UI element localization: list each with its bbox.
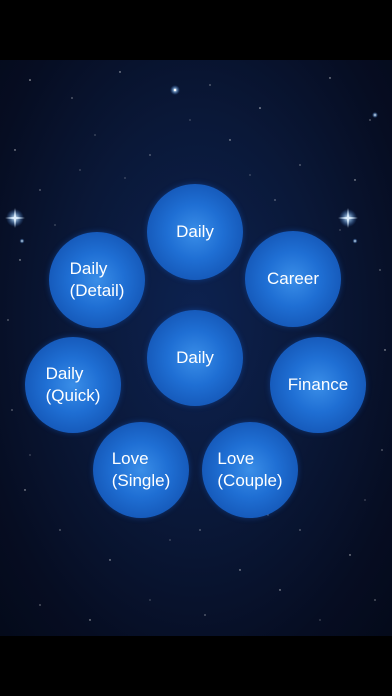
love-couple-button-label: Love (Couple)	[217, 449, 283, 490]
love-single-button[interactable]: Love (Single)	[93, 422, 189, 518]
daily-button-label: Daily	[176, 222, 214, 241]
daily-detail-button-label: Daily (Detail)	[69, 259, 125, 300]
daily-center-button-label: Daily	[176, 348, 214, 367]
daily-quick-button-label: Daily (Quick)	[45, 364, 101, 405]
love-couple-button[interactable]: Love (Couple)	[202, 422, 298, 518]
starfield-background: Daily Career Daily (Detail) Daily Daily …	[0, 60, 392, 636]
daily-detail-button[interactable]: Daily (Detail)	[49, 232, 145, 328]
finance-button[interactable]: Finance	[270, 337, 366, 433]
love-single-button-label: Love (Single)	[111, 449, 171, 490]
top-black-bar	[0, 0, 392, 60]
app-screen: Daily Career Daily (Detail) Daily Daily …	[0, 0, 392, 696]
daily-quick-button[interactable]: Daily (Quick)	[25, 337, 121, 433]
career-button[interactable]: Career	[245, 231, 341, 327]
daily-center-button[interactable]: Daily	[147, 310, 243, 406]
bottom-black-bar	[0, 636, 392, 696]
daily-button[interactable]: Daily	[147, 184, 243, 280]
finance-button-label: Finance	[287, 375, 349, 394]
career-button-label: Career	[267, 269, 319, 288]
